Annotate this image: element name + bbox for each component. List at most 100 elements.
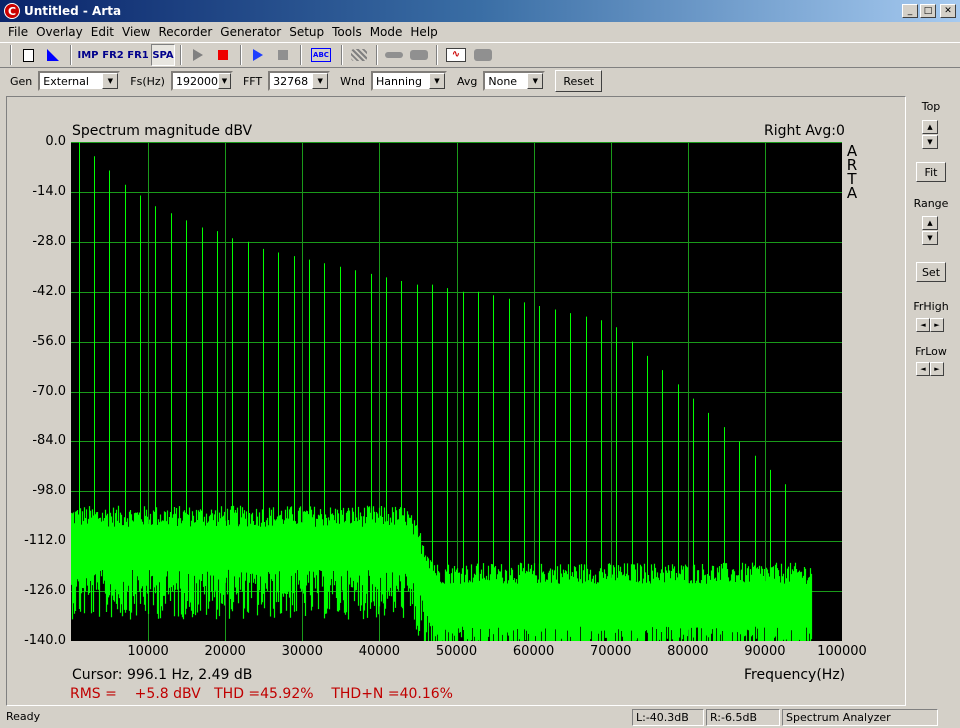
y-tick-label: -98.0: [32, 483, 66, 499]
gen-select[interactable]: External ▼: [38, 71, 121, 91]
avg-select[interactable]: None ▼: [483, 71, 546, 91]
fs-label: Fs(Hz): [130, 74, 165, 88]
frlow-right-button[interactable]: ►: [930, 362, 944, 376]
imp-mode-button[interactable]: IMP: [76, 44, 100, 66]
menu-tools[interactable]: Tools: [328, 25, 366, 39]
minimize-button[interactable]: _: [902, 4, 918, 18]
x-tick-label: 30000: [281, 644, 323, 659]
x-tick-label: 70000: [590, 644, 632, 659]
top-up-button[interactable]: ▲: [922, 120, 938, 134]
document-icon: [22, 48, 34, 62]
y-tick-label: -140.0: [24, 633, 66, 648]
menu-generator[interactable]: Generator: [216, 25, 285, 39]
hatch-icon: [351, 49, 367, 61]
toolbar-separator: [341, 45, 343, 65]
fft-label: FFT: [242, 74, 263, 88]
toolbar: IMP FR2 FR1 SPA ABC ∿: [0, 42, 960, 68]
side-panel: Top ▲ ▼ Fit Range ▲ ▼ Set FrHigh ◄ ► FrL…: [908, 96, 954, 706]
range-up-button[interactable]: ▲: [922, 216, 938, 230]
toolbar-separator: [300, 45, 302, 65]
x-tick-label: 50000: [435, 644, 478, 659]
chevron-down-icon: ▼: [428, 73, 445, 89]
play-icon: [193, 49, 203, 61]
fit-button[interactable]: Fit: [916, 162, 946, 182]
x-tick-label: 40000: [358, 644, 401, 659]
abc-icon: ABC: [311, 48, 331, 62]
play-button[interactable]: [186, 44, 210, 66]
measurement-readout: RMS = +5.8 dBV THD =45.92% THD+N =40.16%: [70, 686, 453, 702]
toolbar-separator: [240, 45, 242, 65]
toolbar-separator: [376, 45, 378, 65]
probe-button[interactable]: [382, 44, 406, 66]
close-button[interactable]: ✕: [940, 4, 956, 18]
record-play-button[interactable]: [246, 44, 270, 66]
range-down-button[interactable]: ▼: [922, 231, 938, 245]
y-tick-label: -126.0: [24, 583, 66, 599]
frhigh-left-button[interactable]: ◄: [916, 318, 930, 332]
probe-icon: [385, 52, 403, 58]
fr2-mode-button[interactable]: FR2: [101, 44, 125, 66]
hatch-button[interactable]: [347, 44, 371, 66]
x-tick-label: 10000: [127, 644, 169, 659]
logo-letter: A: [846, 184, 858, 202]
status-ready: Ready: [6, 710, 41, 723]
left-level: L:-40.3dB: [632, 709, 704, 726]
y-tick-label: -112.0: [24, 533, 66, 549]
menu-edit[interactable]: Edit: [87, 25, 118, 39]
cursor-readout: Cursor: 996.1 Hz, 2.49 dB: [72, 667, 253, 683]
avg-label: Avg: [456, 74, 478, 88]
signal-generator-button[interactable]: ∿: [442, 44, 470, 66]
y-tick-label: -28.0: [32, 233, 66, 249]
avg-value: None: [488, 74, 518, 88]
frlow-left-button[interactable]: ◄: [916, 362, 930, 376]
reset-button[interactable]: Reset: [555, 70, 603, 92]
new-document-button[interactable]: [16, 44, 40, 66]
status-bar: Ready L:-40.3dB R:-6.5dB Spectrum Analyz…: [0, 707, 960, 728]
arta-logo: A R T A: [846, 144, 858, 202]
menu-mode[interactable]: Mode: [366, 25, 407, 39]
y-tick-label: -56.0: [32, 333, 66, 349]
channel-info: Right Avg:0: [764, 123, 845, 139]
abc-button[interactable]: ABC: [306, 44, 336, 66]
mode-indicator: Spectrum Analyzer: [782, 709, 938, 726]
y-tick-label: -84.0: [32, 433, 66, 449]
device-icon: [410, 50, 428, 60]
menu-file[interactable]: File: [4, 25, 32, 39]
x-tick-label: 60000: [512, 644, 555, 659]
marker-button[interactable]: [41, 44, 65, 66]
frlow-label: FrLow: [915, 345, 947, 358]
chevron-down-icon: ▼: [312, 73, 329, 89]
right-level: R:-6.5dB: [706, 709, 780, 726]
menu-setup[interactable]: Setup: [285, 25, 328, 39]
device-icon: [474, 49, 492, 61]
menu-view[interactable]: View: [118, 25, 154, 39]
window-select[interactable]: Hanning ▼: [370, 71, 447, 91]
x-tick-label: 20000: [204, 644, 246, 659]
maximize-button[interactable]: □: [920, 4, 936, 18]
plot-title: Spectrum magnitude dBV: [72, 123, 253, 139]
toolbar-separator: [10, 45, 12, 65]
settings-bar: Gen External ▼ Fs(Hz) 192000 ▼ FFT 32768…: [0, 68, 960, 94]
fr1-mode-button[interactable]: FR1: [126, 44, 150, 66]
spa-mode-button[interactable]: SPA: [151, 44, 175, 66]
x-tick-label: 90000: [744, 644, 786, 659]
wnd-label: Wnd: [340, 74, 365, 88]
generator-device-button[interactable]: [471, 44, 495, 66]
set-button[interactable]: Set: [916, 262, 946, 282]
menu-overlay[interactable]: Overlay: [32, 25, 87, 39]
menu-bar: File Overlay Edit View Recorder Generato…: [0, 22, 960, 42]
fft-select[interactable]: 32768 ▼: [268, 71, 331, 91]
record-stop-button[interactable]: [271, 44, 295, 66]
y-tick-label: 0.0: [45, 134, 66, 149]
stop-button[interactable]: [211, 44, 235, 66]
fs-select[interactable]: 192000 ▼: [170, 71, 233, 91]
top-down-button[interactable]: ▼: [922, 135, 938, 149]
stop-icon: [218, 50, 228, 60]
menu-recorder[interactable]: Recorder: [154, 25, 216, 39]
device-button[interactable]: [407, 44, 431, 66]
stop-icon: [278, 50, 288, 60]
spectrum-plot[interactable]: [71, 142, 842, 641]
menu-help[interactable]: Help: [406, 25, 441, 39]
title-bar: C Untitled - Arta _ □ ✕: [0, 0, 960, 22]
frhigh-right-button[interactable]: ►: [930, 318, 944, 332]
